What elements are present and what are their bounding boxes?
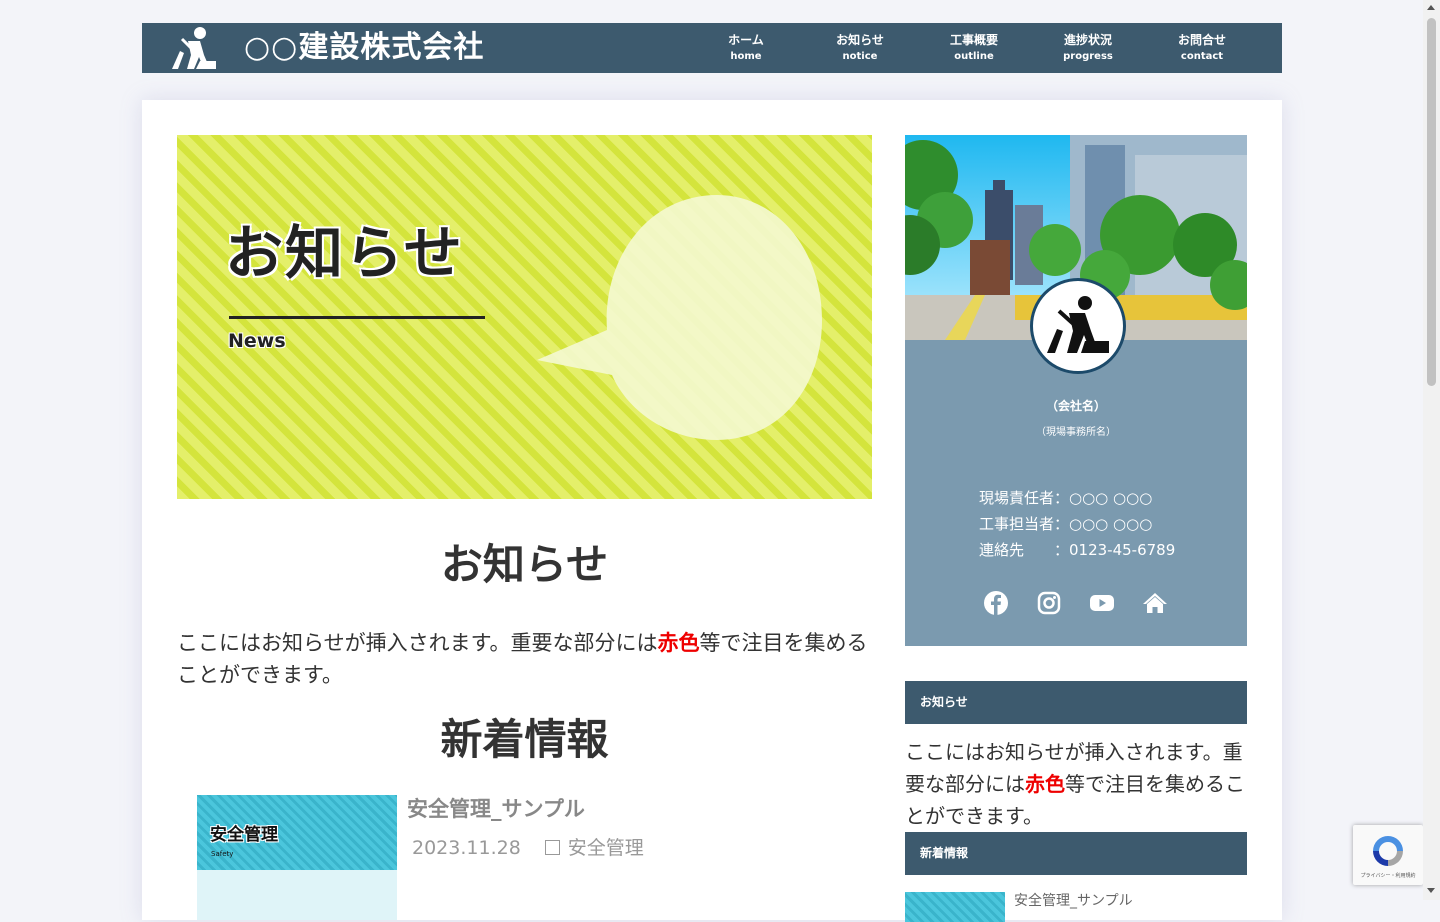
nav-sublabel: outline [954,51,994,62]
speech-bubble-icon [537,195,822,440]
info-line-phone: 連絡先 ：0123-45-6789 [979,541,1176,559]
nav-label: ホーム [728,33,764,47]
instagram-icon[interactable] [1036,590,1062,616]
nav-label: お問合せ [1177,33,1226,47]
company-name: （会社名） [1045,399,1106,413]
post-thumbnail[interactable]: 安全管理 Safety [197,795,397,920]
post-meta: 2023.11.28 安全管理 [412,835,644,861]
widget-title-news: 新着情報 [905,832,1247,875]
nav-item-contact[interactable]: お問合せ contact [1145,23,1259,73]
info-line-staff: 工事担当者：○○○ ○○○ [979,515,1153,533]
facebook-icon[interactable] [983,590,1009,616]
avatar [1030,278,1126,374]
main-nav: ホーム home お知らせ notice 工事概要 outline 進捗状況 p… [689,23,1259,73]
nav-sublabel: progress [1063,51,1113,62]
widget-title-notice: お知らせ [905,681,1247,724]
nav-item-outline[interactable]: 工事概要 outline [917,23,1031,73]
widget-post-title[interactable]: 安全管理_サンプル [1014,890,1133,910]
nav-item-home[interactable]: ホーム home [689,23,803,73]
post-date: 2023.11.28 [412,837,521,859]
info-line-manager: 現場責任者：○○○ ○○○ [979,489,1153,507]
news-heading: 新着情報 [440,715,609,764]
social-links [983,590,1168,616]
hero-title: お知らせ [225,219,464,287]
scroll-down-arrow-icon[interactable] [1427,888,1435,893]
page-scrollbar[interactable] [1423,0,1440,900]
notice-text-part: ここにはお知らせが挿入されます。重要な部分には [177,631,658,655]
recaptcha-privacy-terms[interactable]: プライバシー・利用規約 [1353,872,1423,879]
home-icon[interactable] [1142,590,1168,616]
widget-text-highlight: 赤色 [1025,772,1065,796]
recaptcha-badge[interactable]: プライバシー・利用規約 [1353,825,1423,885]
nav-label: 進捗状況 [1063,33,1112,47]
widget-notice-text: ここにはお知らせが挿入されます。重要な部分には赤色等で注目を集めることができます… [905,736,1247,832]
nav-sublabel: home [730,51,762,62]
profile-widget: （会社名） （現場事務所名） 現場責任者：○○○ ○○○ 工事担当者：○○○ ○… [905,135,1247,646]
nav-sublabel: contact [1180,51,1224,62]
thumbnail-subtitle: Safety [211,850,234,858]
nav-sublabel: notice [842,51,878,62]
notice-text-highlight: 赤色 [657,631,700,655]
widget-post-thumbnail[interactable] [905,892,1005,922]
notice-heading: お知らせ [440,540,609,589]
post-category[interactable]: 安全管理 [544,835,644,861]
thumbnail-lower-band [197,870,397,920]
hero-banner: お知らせ News [177,135,872,499]
site-title[interactable]: ○○建設株式会社 [244,29,484,67]
notice-text: ここにはお知らせが挿入されます。重要な部分には赤色等で注目を集めることができます… [177,627,872,691]
hero-divider [229,316,485,319]
nav-label: 工事概要 [949,33,998,47]
construction-worker-icon[interactable] [170,25,218,71]
contact-info: 現場責任者：○○○ ○○○ 工事担当者：○○○ ○○○ 連絡先 ：0123-45… [979,485,1175,563]
hero-subtitle: News [228,330,286,352]
office-name: （現場事務所名） [1036,427,1116,438]
post-category-label: 安全管理 [567,837,644,859]
content-card: お知らせ News お知らせ ここにはお知らせが挿入されます。重要な部分には赤色… [142,100,1282,922]
nav-item-progress[interactable]: 進捗状況 progress [1031,23,1145,73]
construction-worker-icon [1047,296,1109,353]
nav-item-notice[interactable]: お知らせ notice [803,23,917,73]
recaptcha-icon [1373,836,1403,866]
scrollbar-thumb[interactable] [1427,18,1436,386]
youtube-icon[interactable] [1089,590,1115,616]
site-header: ○○建設株式会社 ホーム home お知らせ notice 工事概要 outli… [142,23,1282,73]
nav-label: お知らせ [836,33,884,47]
post-title-link[interactable]: 安全管理_サンプル [407,794,585,824]
scroll-up-arrow-icon[interactable] [1427,5,1435,10]
folder-icon [544,840,560,855]
thumbnail-title: 安全管理 [210,825,278,845]
